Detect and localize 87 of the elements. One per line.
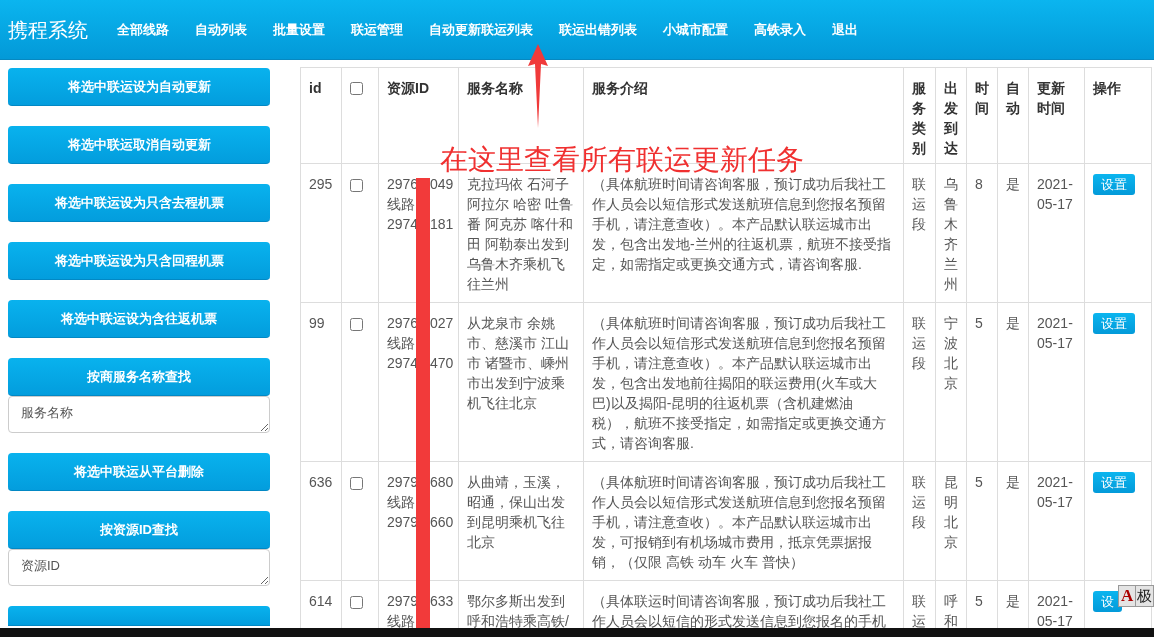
sidebar-button[interactable]: 将选中联运设为只含回程机票 — [8, 242, 270, 280]
table-cell-text: 2974 — [387, 354, 416, 373]
table-cell-text: 181 — [430, 215, 454, 234]
table-cell: 从曲靖，玉溪，昭通，保山出发到昆明乘机飞往北京 — [467, 474, 565, 550]
table-cell: 宁波北京 — [944, 315, 958, 391]
nav-link[interactable]: 小城市配置 — [650, 19, 741, 40]
select-all-checkbox[interactable] — [350, 82, 363, 95]
table-cell: 5 — [975, 474, 983, 490]
ime-label: 极 — [1136, 586, 1154, 606]
table-cell: （具体航班时间请咨询客服，预订成功后我社工作人员会以短信形式发送航班信息到您报名预留手机，请注意查收）。本产品默认联运城市出发，包含出发地-兰州的往返机票，航班不接受指定，如需指定或更换交通方式，请咨询客服. — [592, 176, 891, 272]
settings-button[interactable]: 设置 — [1093, 313, 1135, 334]
table-cell: 是 — [1006, 176, 1020, 192]
table-cell: 636 — [309, 474, 333, 490]
nav-link[interactable]: 自动列表 — [182, 19, 260, 40]
table-cell: 5 — [975, 315, 983, 331]
table-cell-text: 线路 — [387, 334, 416, 353]
settings-button[interactable]: 设置 — [1093, 174, 1135, 195]
row-checkbox[interactable] — [350, 179, 363, 192]
column-header: id — [309, 80, 322, 96]
sidebar-button[interactable]: 将选中联运设为含往返机票 — [8, 300, 270, 338]
column-header: 时间 — [975, 80, 989, 116]
column-header: 自动 — [1006, 80, 1020, 116]
table-cell-text: 线路 — [387, 612, 416, 628]
table-cell: 2021-05-17 — [1037, 176, 1073, 212]
table-cell: 8 — [975, 176, 983, 192]
table-cell: 5 — [975, 593, 983, 609]
table-cell: 是 — [1006, 474, 1020, 490]
sidebar-button[interactable]: 将选中联运设为只含去程机票 — [8, 184, 270, 222]
sidebar-button[interactable]: 按商服务名称查找 — [8, 358, 270, 396]
table-cell: 2021-05-17 — [1037, 593, 1073, 628]
search-field[interactable]: 服务名称 — [8, 396, 270, 433]
table-cell-text: 049 — [430, 175, 454, 194]
table-cell: 鄂尔多斯出发到呼和浩特乘高铁/ — [467, 593, 569, 628]
ime-toolbar[interactable]: A 极 — [1118, 585, 1154, 607]
ime-mode: A — [1119, 586, 1137, 606]
nav-link[interactable]: 联运管理 — [338, 19, 416, 40]
table-cell: （具体航班时间请咨询客服，预订成功后我社工作人员会以短信形式发送航班信息到您报名预留手机，请注意查收）。本产品默认联运城市出发，可报销到有机场城市费用，抵京凭票据报销，（仅限 高铁 动车 火车 普快） — [592, 474, 886, 570]
nav-link[interactable]: 退出 — [819, 19, 871, 40]
sidebar-button[interactable]: 将选中联运取消自动更新 — [8, 126, 270, 164]
table-cell: 乌鲁木齐兰州 — [944, 176, 958, 292]
row-checkbox[interactable] — [350, 596, 363, 609]
search-field[interactable]: 资源ID — [8, 549, 270, 586]
column-header: 服务类别 — [912, 80, 926, 156]
table-cell: （具体航班时间请咨询客服，预订成功后我社工作人员会以短信形式发送航班信息到您报名预留手机，请注意查收）。本产品默认联运城市出发，包含出发地前往揭阳的联运费用(火车或大巴)以及揭阳-昆明的往返机票（含机建燃油税），航班不接受指定，如需指定或更换交通方式，请咨询客服. — [592, 315, 886, 451]
sidebar-button[interactable]: 将选中联运从平台删除 — [8, 453, 270, 491]
table-cell: 昆明北京 — [944, 474, 958, 550]
table-cell: 联运段 — [912, 176, 926, 232]
table-cell: 295 — [309, 176, 333, 192]
table-cell: 是 — [1006, 593, 1020, 609]
nav-link[interactable]: 联运出错列表 — [546, 19, 650, 40]
sidebar-button[interactable]: 将选中联运设为自动更新 — [8, 68, 270, 106]
table-cell: 614 — [309, 593, 333, 609]
column-header: 资源ID — [387, 80, 429, 96]
table-cell-text: 027 — [430, 314, 454, 333]
nav-link[interactable]: 高铁录入 — [741, 19, 819, 40]
table-cell: 联运 — [912, 593, 926, 628]
table-cell: 是 — [1006, 315, 1020, 331]
sidebar-button[interactable]: 按资源ID查找 — [8, 511, 270, 549]
table-cell-text: 633 — [430, 592, 454, 611]
brand-title: 携程系统 — [8, 17, 88, 43]
table-cell: 联运段 — [912, 315, 926, 371]
table-cell-text: 线路 — [387, 195, 416, 214]
row-checkbox[interactable] — [350, 477, 363, 490]
column-header: 更新时间 — [1037, 80, 1065, 116]
table-cell: 克拉玛依 石河子阿拉尔 哈密 吐鲁番 阿克苏 喀什和田 阿勒泰出发到乌鲁木齐乘机飞往兰州 — [467, 176, 573, 292]
table-cell: 2021-05-17 — [1037, 315, 1073, 351]
table-cell-text: 2974 — [387, 215, 416, 234]
table-cell-text: 470 — [430, 354, 454, 373]
table-cell: 联运段 — [912, 474, 926, 530]
table-cell: 从龙泉市 余姚市、慈溪市 江山市 诸暨市、嵊州市出发到宁波乘机飞往北京 — [467, 315, 569, 411]
column-header: 操作 — [1093, 80, 1121, 96]
nav-link[interactable]: 批量设置 — [260, 19, 338, 40]
table-cell: 99 — [309, 315, 325, 331]
table-cell-text: 线路 — [387, 493, 416, 512]
table-cell-text: 660 — [430, 513, 454, 532]
column-header: 服务名称 — [467, 80, 523, 96]
table-cell: （具体联运时间请咨询客服，预订成功后我社工作人员会以短信的形式发送信息到您报名的手机 — [592, 593, 886, 628]
row-checkbox[interactable] — [350, 318, 363, 331]
table-cell-text: 680 — [430, 473, 454, 492]
column-header: 出发到达 — [944, 80, 958, 156]
settings-button[interactable]: 设置 — [1093, 472, 1135, 493]
table-cell: 呼和 — [944, 593, 958, 628]
nav-link[interactable]: 自动更新联运列表 — [416, 19, 546, 40]
column-header: 服务介绍 — [592, 80, 648, 96]
annotation-text: 在这里查看所有联运更新任务 — [440, 143, 804, 177]
table-cell: 2021-05-17 — [1037, 474, 1073, 510]
nav-link[interactable]: 全部线路 — [104, 19, 182, 40]
